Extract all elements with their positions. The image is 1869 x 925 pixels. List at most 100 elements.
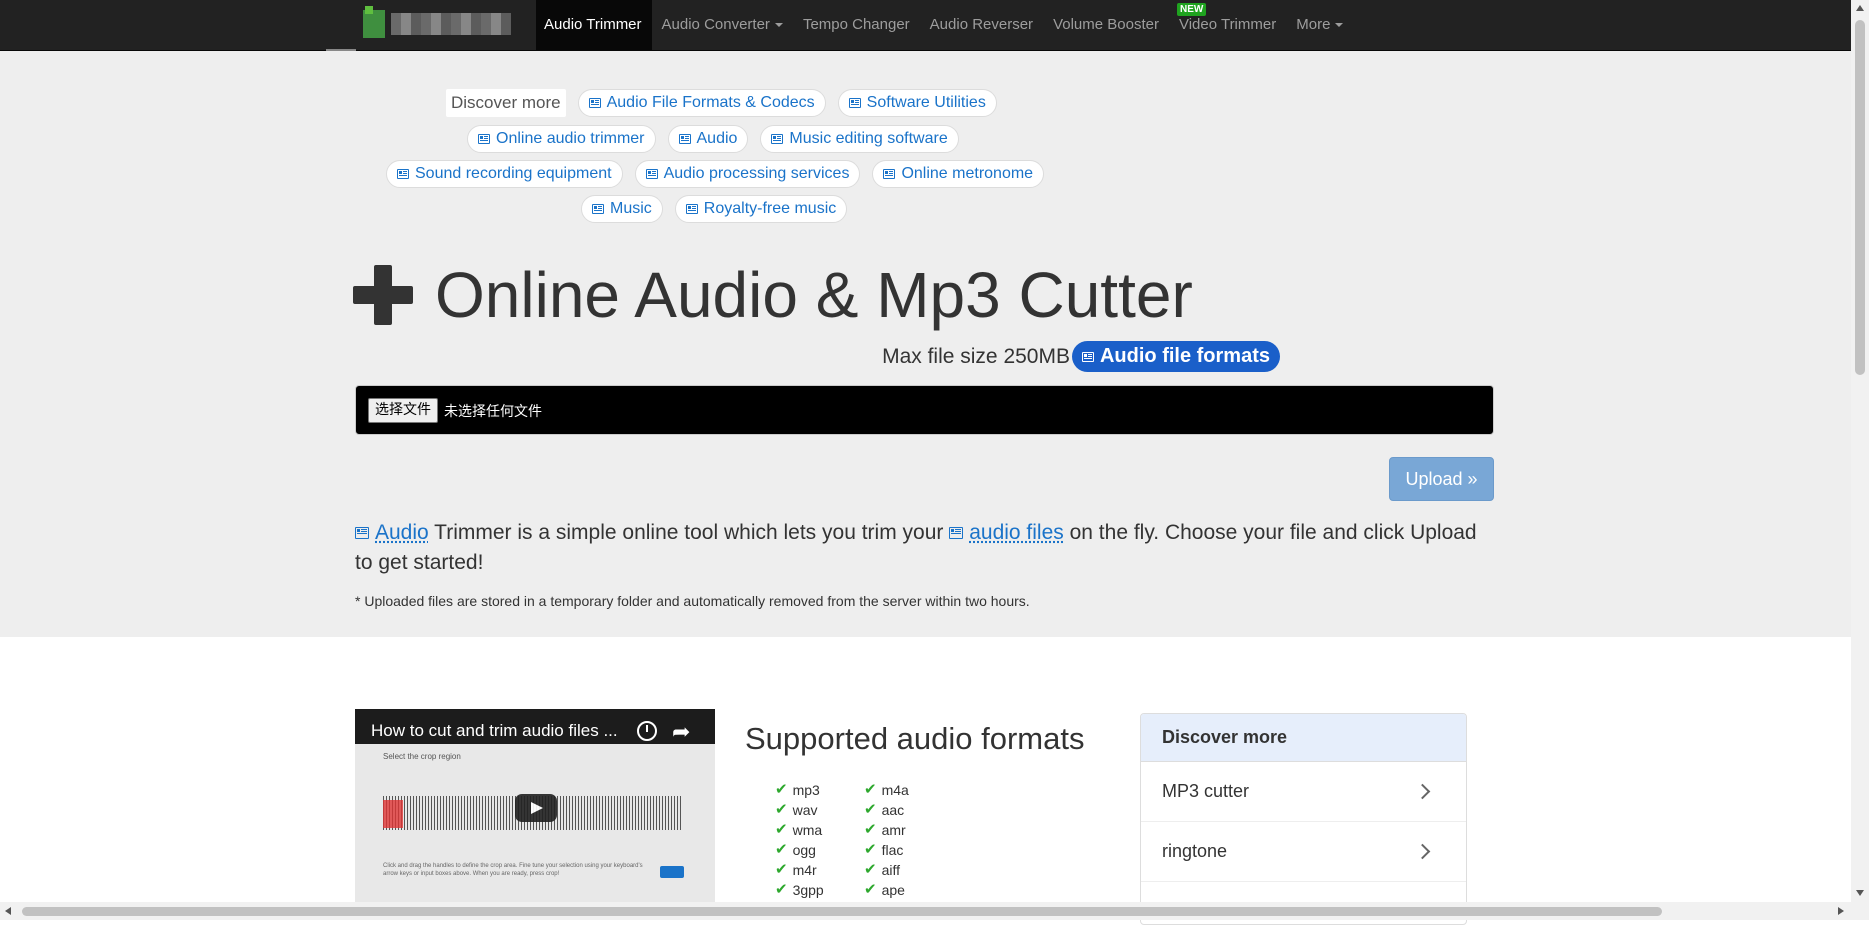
- video-instructions: Click and drag the handles to define the…: [383, 863, 643, 877]
- chip-label: Audio: [696, 130, 738, 147]
- format-label: wma: [792, 822, 823, 838]
- chip-sound-recording-equipment[interactable]: Sound recording equipment: [386, 160, 623, 188]
- format-label: ogg: [792, 842, 816, 858]
- share-icon[interactable]: ➦: [672, 719, 690, 745]
- newspaper-icon: [645, 169, 658, 179]
- format-label: aac: [881, 802, 905, 818]
- play-button[interactable]: [515, 794, 557, 822]
- site-logo[interactable]: [363, 6, 523, 38]
- choose-file-button[interactable]: 选择文件: [368, 398, 438, 423]
- nav-menu: Audio Trimmer Audio Converter Tempo Chan…: [536, 0, 1353, 50]
- format-label: aiff: [881, 862, 901, 878]
- chip-audio-processing-services[interactable]: Audio processing services: [634, 160, 861, 188]
- format-label: flac: [881, 842, 904, 858]
- discover-chips-row-4: Music Royalty-free music: [581, 195, 848, 223]
- nav-item-more[interactable]: More: [1286, 0, 1353, 50]
- nav-item-audio-converter[interactable]: Audio Converter: [652, 0, 793, 50]
- vertical-scroll-thumb[interactable]: [1855, 20, 1865, 375]
- format-item: ✔ amr: [864, 820, 909, 840]
- nav-item-audio-trimmer[interactable]: Audio Trimmer: [536, 0, 652, 50]
- file-input-box[interactable]: 选择文件 未选择任何文件: [355, 385, 1494, 435]
- chip-label: Audio File Formats & Codecs: [606, 94, 815, 111]
- discover-chips-row-2: Online audio trimmer Audio Music editing…: [467, 125, 959, 153]
- chip-online-audio-trimmer[interactable]: Online audio trimmer: [467, 125, 656, 153]
- checkmark-icon: ✔: [775, 781, 788, 798]
- chip-online-metronome[interactable]: Online metronome: [872, 160, 1045, 188]
- newspaper-icon: [685, 204, 698, 214]
- newspaper-icon: [949, 527, 964, 539]
- video-title: How to cut and trim audio files ...: [371, 721, 618, 740]
- discover-chips-row-3: Sound recording equipment Audio processi…: [386, 160, 1045, 188]
- audio-file-formats-link[interactable]: Audio file formats: [1071, 341, 1280, 372]
- format-item: ✔ aac: [864, 800, 909, 820]
- newspaper-icon: [1081, 351, 1094, 362]
- discover-item-label: MP3 cutter: [1162, 781, 1250, 801]
- nav-item-label: Volume Booster: [1053, 16, 1159, 33]
- discover-more-label: Discover more: [446, 89, 566, 117]
- discover-item-mp3-cutter[interactable]: MP3 cutter: [1141, 762, 1466, 822]
- scroll-up-arrow-icon[interactable]: [1856, 5, 1864, 11]
- new-badge: NEW: [1176, 3, 1207, 16]
- max-file-size-text: Max file size 250MB: [882, 344, 1070, 368]
- horizontal-scrollbar[interactable]: [0, 902, 1851, 920]
- chip-label: Software Utilities: [866, 94, 986, 111]
- discover-item-label: ringtone: [1162, 841, 1228, 861]
- horizontal-scroll-thumb[interactable]: [22, 907, 1662, 916]
- format-label: m4a: [881, 782, 909, 798]
- video-frame: Select the crop region Click and drag th…: [355, 744, 715, 904]
- vertical-scrollbar[interactable]: [1851, 0, 1869, 920]
- chip-label: Online audio trimmer: [496, 130, 645, 147]
- checkmark-icon: ✔: [775, 841, 788, 858]
- checkmark-icon: ✔: [775, 801, 788, 818]
- format-label: amr: [881, 822, 906, 838]
- format-label: m4r: [792, 862, 817, 878]
- nav-item-tempo-changer[interactable]: Tempo Changer: [793, 0, 920, 50]
- chip-audio[interactable]: Audio: [667, 125, 749, 153]
- format-item: ✔ ogg: [775, 840, 824, 860]
- nav-item-video-trimmer[interactable]: NEW Video Trimmer: [1169, 0, 1286, 50]
- checkmark-icon: ✔: [775, 821, 788, 838]
- page-title-text: Online Audio & Mp3 Cutter: [435, 259, 1193, 331]
- newspaper-icon: [478, 134, 490, 144]
- nav-item-audio-reverser[interactable]: Audio Reverser: [920, 0, 1043, 50]
- scroll-right-arrow-icon[interactable]: [1838, 907, 1844, 915]
- tutorial-video[interactable]: Select the crop region Click and drag th…: [355, 709, 715, 904]
- chevron-right-icon: [1414, 783, 1431, 800]
- scroll-left-arrow-icon[interactable]: [5, 907, 11, 915]
- logo-text-redacted: [391, 13, 511, 35]
- checkmark-icon: ✔: [864, 841, 877, 858]
- chevron-right-icon: [1414, 843, 1431, 860]
- discover-item-ringtone[interactable]: ringtone: [1141, 822, 1466, 882]
- chip-music-editing-software[interactable]: Music editing software: [760, 125, 959, 153]
- chip-royalty-free-music[interactable]: Royalty-free music: [674, 195, 848, 223]
- chip-music[interactable]: Music: [581, 195, 663, 223]
- checkmark-icon: ✔: [775, 881, 788, 898]
- audio-files-link[interactable]: audio files: [969, 521, 1064, 544]
- chip-audio-file-formats[interactable]: Audio File Formats & Codecs: [577, 89, 826, 117]
- newspaper-icon: [592, 204, 604, 214]
- watch-later-icon[interactable]: [637, 721, 657, 741]
- video-caption: Select the crop region: [383, 752, 461, 761]
- format-item: ✔ flac: [864, 840, 909, 860]
- page-title: Online Audio & Mp3 Cutter: [353, 258, 1193, 332]
- formats-link-label: Audio file formats: [1099, 345, 1270, 367]
- audio-link[interactable]: Audio: [375, 521, 429, 544]
- checkmark-icon: ✔: [864, 861, 877, 878]
- description-text: Audio Trimmer is a simple online tool wh…: [355, 518, 1495, 578]
- nav-item-volume-booster[interactable]: Volume Booster: [1043, 0, 1169, 50]
- discover-panel-heading: Discover more: [1141, 714, 1466, 762]
- format-item: ✔ ape: [864, 880, 909, 900]
- chip-label: Royalty-free music: [703, 200, 837, 217]
- chip-label: Music: [610, 200, 652, 217]
- nav-item-label: More: [1296, 16, 1331, 33]
- nav-item-label: Audio Converter: [661, 16, 770, 33]
- format-item: ✔ m4a: [864, 780, 909, 800]
- upload-button[interactable]: Upload »: [1389, 457, 1494, 501]
- checkmark-icon: ✔: [864, 781, 877, 798]
- discover-chips-row-1: Discover more Audio File Formats & Codec…: [446, 89, 997, 117]
- format-item: ✔ aiff: [864, 860, 909, 880]
- checkmark-icon: ✔: [864, 821, 877, 838]
- chip-software-utilities[interactable]: Software Utilities: [837, 89, 997, 117]
- scroll-down-arrow-icon[interactable]: [1856, 890, 1864, 896]
- caret-down-icon: [1335, 23, 1344, 28]
